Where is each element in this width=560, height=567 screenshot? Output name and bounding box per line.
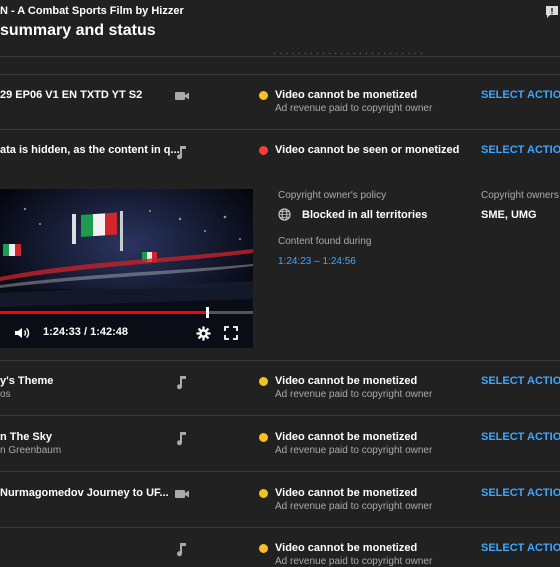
status-text: Video cannot be monetized: [275, 375, 418, 387]
content-found-timestamp[interactable]: 1:24:23 – 1:24:56: [278, 256, 356, 267]
status-dot: [259, 433, 268, 442]
music-note-icon: [177, 543, 186, 557]
divider: [0, 471, 560, 472]
status-dot: [259, 489, 268, 498]
globe-icon: [278, 208, 291, 221]
status-subtext: Ad revenue paid to copyright owner: [275, 445, 433, 456]
owners-label: Copyright owners: [481, 190, 559, 201]
time-display: 1:24:33 / 1:42:48: [43, 326, 128, 338]
status-dot: [259, 91, 268, 100]
progress-handle[interactable]: [206, 307, 210, 318]
status-text: Video cannot be monetized: [275, 89, 418, 101]
select-action-button[interactable]: SELECT ACTION: [481, 89, 560, 101]
status-subtext: Ad revenue paid to copyright owner: [275, 389, 433, 400]
video-frame: [0, 189, 253, 348]
music-note-icon: [177, 146, 186, 160]
status-subtext: Ad revenue paid to copyright owner: [275, 103, 433, 114]
select-action-button[interactable]: SELECT ACTION: [481, 144, 560, 156]
divider: [0, 415, 560, 416]
policy-label: Copyright owner's policy: [278, 190, 387, 201]
divider: [0, 527, 560, 528]
divider: [0, 74, 560, 75]
content-found-label: Content found during: [278, 236, 372, 247]
row-title: y's Theme: [0, 375, 54, 387]
row-title: n The Sky: [0, 431, 52, 443]
progress-fill: [0, 311, 208, 314]
divider: [0, 360, 560, 361]
music-note-icon: [177, 432, 186, 446]
select-action-button[interactable]: SELECT ACTION: [481, 487, 560, 499]
status-subtext: Ad revenue paid to copyright owner: [275, 501, 433, 512]
progress-track[interactable]: [0, 311, 253, 314]
owners-value: SME, UMG: [481, 209, 537, 221]
page-title: summary and status: [0, 22, 156, 39]
video-player[interactable]: 1:24:33 / 1:42:48: [0, 189, 253, 348]
divider: [0, 129, 560, 130]
status-dot: [259, 544, 268, 553]
row-title: 29 EP06 V1 EN TXTD YT S2: [0, 89, 143, 101]
divider: [0, 56, 560, 57]
status-text: Video cannot be monetized: [275, 431, 418, 443]
header-cutoff-text: · · · · · · · · · · · · · · · · · · · · …: [273, 48, 423, 59]
row-subtitle: n Greenbaum: [0, 445, 62, 456]
volume-icon[interactable]: [14, 326, 32, 340]
music-note-icon: [177, 376, 186, 390]
row-title: Nurmagomedov Journey to UF...: [0, 487, 169, 499]
video-title: N - A Combat Sports Film by Hizzer: [0, 5, 184, 17]
policy-value: Blocked in all territories: [302, 209, 428, 221]
status-dot: [259, 377, 268, 386]
status-subtext: Ad revenue paid to copyright owner: [275, 556, 433, 567]
select-action-button[interactable]: SELECT ACTION: [481, 431, 560, 443]
select-action-button[interactable]: SELECT ACTION: [481, 375, 560, 387]
page-header: N - A Combat Sports Film by Hizzer summa…: [0, 0, 560, 59]
status-text: Video cannot be seen or monetized: [275, 144, 460, 156]
video-camera-icon: [175, 92, 189, 100]
row-title: ata is hidden, as the content in q...: [0, 144, 180, 156]
row-subtitle: os: [0, 389, 11, 400]
select-action-button[interactable]: SELECT ACTION: [481, 542, 560, 554]
status-text: Video cannot be monetized: [275, 487, 418, 499]
feedback-icon[interactable]: [544, 4, 560, 20]
flag: [81, 212, 117, 237]
status-text: Video cannot be monetized: [275, 542, 418, 554]
status-dot: [259, 146, 268, 155]
fullscreen-icon[interactable]: [224, 326, 238, 340]
video-camera-icon: [175, 490, 189, 498]
settings-gear-icon[interactable]: [196, 326, 211, 341]
